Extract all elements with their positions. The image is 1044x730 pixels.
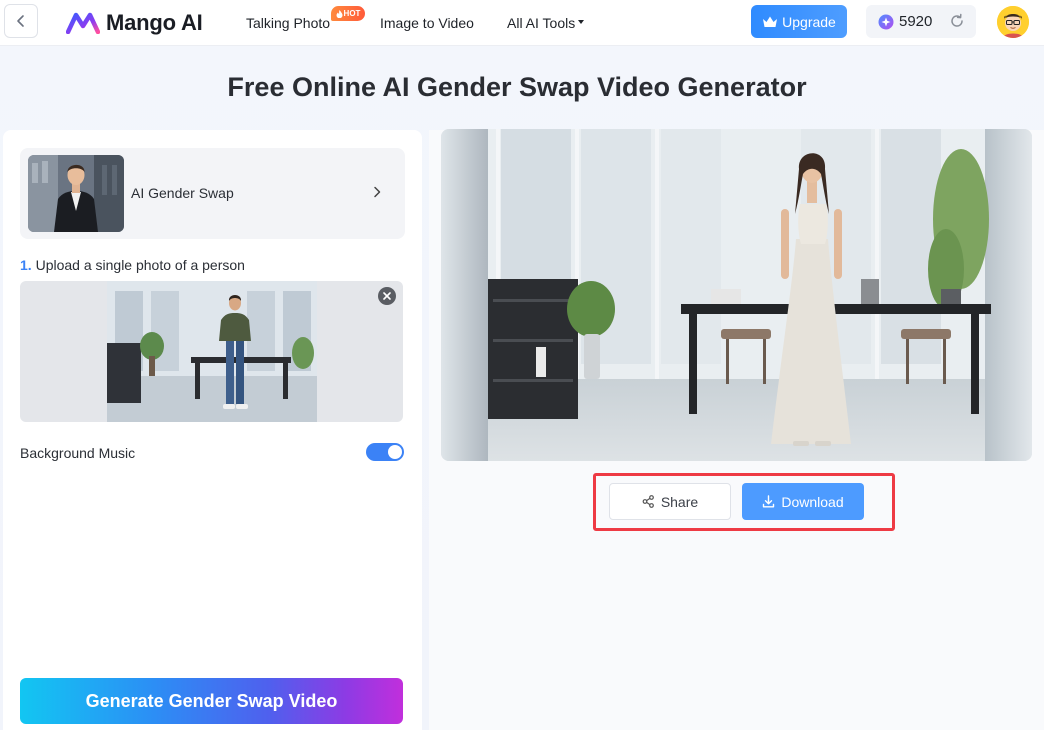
share-button[interactable]: Share: [609, 483, 731, 520]
nav-image-to-video-label: Image to Video: [380, 15, 474, 31]
background-music-label: Background Music: [20, 445, 136, 461]
settings-panel: AI Gender Swap 1. Upload a single photo …: [3, 130, 422, 730]
hot-badge: HOT: [331, 6, 365, 21]
upload-area[interactable]: [20, 281, 403, 422]
video-preview[interactable]: [441, 129, 1032, 461]
generate-button[interactable]: Generate Gender Swap Video: [20, 678, 403, 724]
result-panel: Share Download: [429, 129, 1044, 730]
tool-name: AI Gender Swap: [131, 185, 234, 201]
nav-all-ai-tools[interactable]: All AI Tools: [507, 15, 585, 31]
caret-down-icon: [578, 20, 585, 25]
upgrade-button[interactable]: Upgrade: [751, 5, 847, 38]
chevron-right-icon: [374, 186, 381, 198]
flame-icon: [336, 9, 343, 18]
download-button[interactable]: Download: [742, 483, 864, 520]
step-number: 1.: [20, 257, 32, 273]
refresh-icon[interactable]: [949, 13, 965, 29]
tool-selector[interactable]: AI Gender Swap: [20, 148, 405, 239]
remove-photo-button[interactable]: [378, 287, 396, 305]
mango-logo-icon: [66, 12, 100, 34]
toggle-knob: [388, 445, 402, 459]
crown-icon: [763, 16, 778, 27]
nav-all-ai-tools-label: All AI Tools: [507, 15, 576, 31]
tool-thumbnail: [28, 155, 124, 232]
step-text: Upload a single photo of a person: [35, 257, 245, 273]
close-icon: [383, 292, 391, 300]
share-label: Share: [660, 493, 699, 510]
page-title: Free Online AI Gender Swap Video Generat…: [227, 72, 807, 102]
share-icon: [642, 495, 654, 508]
brand-name: Mango AI: [106, 10, 203, 35]
back-button[interactable]: [4, 4, 38, 38]
background-music-toggle[interactable]: [366, 443, 404, 461]
top-header: Mango AI Talking Photo HOT Image to Vide…: [0, 0, 1044, 46]
nav-image-to-video[interactable]: Image to Video: [380, 15, 474, 31]
download-label: Download: [781, 493, 844, 510]
hot-badge-label: HOT: [343, 9, 361, 18]
upload-step-label: 1. Upload a single photo of a person: [20, 257, 245, 273]
nav-talking-photo[interactable]: Talking Photo: [246, 15, 330, 31]
credits-value: 5920: [899, 13, 933, 30]
download-icon: [763, 495, 775, 508]
upgrade-label: Upgrade: [782, 13, 836, 30]
avatar-illustration: [997, 6, 1029, 38]
nav-talking-photo-label: Talking Photo: [246, 15, 331, 31]
credit-gem-icon: [878, 14, 894, 29]
avatar[interactable]: [997, 6, 1029, 38]
uploaded-photo: [107, 281, 317, 422]
brand-logo[interactable]: Mango AI: [66, 9, 203, 37]
back-arrow-icon: [17, 15, 24, 27]
